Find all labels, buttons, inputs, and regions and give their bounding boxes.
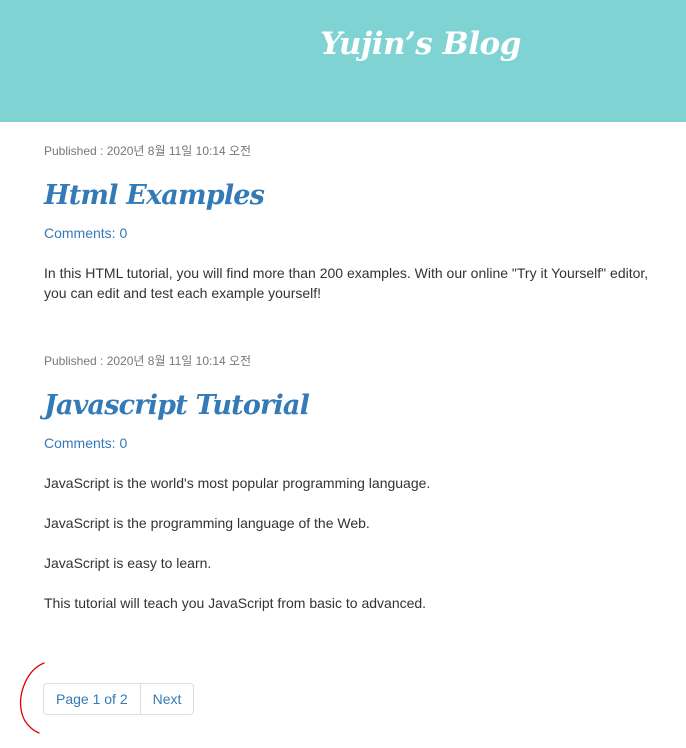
- next-page-button[interactable]: Next: [140, 683, 195, 715]
- post-paragraph: In this HTML tutorial, you will find mor…: [44, 265, 649, 301]
- site-header: Yujin’s Blog: [0, 0, 686, 122]
- post-paragraph: JavaScript is the programming language o…: [44, 515, 370, 531]
- post-title-link[interactable]: Html Examples: [44, 177, 265, 215]
- post-published-date: Published : 2020년 8월 11일 10:14 오전: [44, 354, 252, 368]
- pagination: Page 1 of 2 Next: [43, 683, 195, 715]
- page-indicator: Page 1 of 2: [43, 683, 141, 715]
- post-published-date: Published : 2020년 8월 11일 10:14 오전: [44, 144, 252, 158]
- post-body: In this HTML tutorial, you will find mor…: [44, 263, 664, 323]
- post-body: JavaScript is the world's most popular p…: [44, 473, 664, 633]
- post-paragraph: JavaScript is easy to learn.: [44, 555, 212, 571]
- post-paragraph: This tutorial will teach you JavaScript …: [44, 595, 427, 611]
- post-javascript-tutorial: Published : 2020년 8월 11일 10:14 오전 Javasc…: [44, 352, 664, 611]
- post-paragraph: JavaScript is the world's most popular p…: [44, 475, 431, 491]
- post-title-link[interactable]: Javascript Tutorial: [44, 387, 310, 425]
- post-html-examples: Published : 2020년 8월 11일 10:14 오전 Html E…: [44, 142, 664, 301]
- comments-link[interactable]: Comments: 0: [44, 223, 127, 243]
- site-title[interactable]: Yujin’s Blog: [320, 22, 521, 66]
- comments-link[interactable]: Comments: 0: [44, 433, 127, 453]
